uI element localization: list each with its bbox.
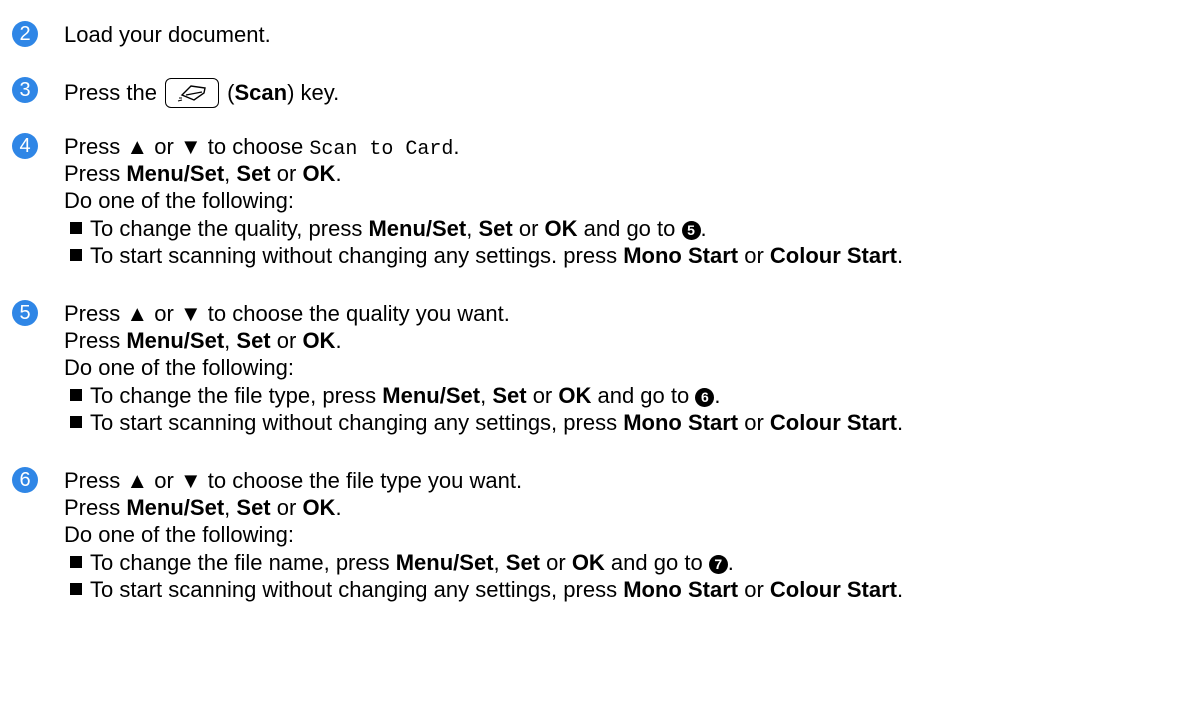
step-text: Press the (Scan) key. (64, 78, 339, 108)
press-instruction: Press Menu/Set, Set or OK. (64, 161, 342, 186)
step-number: 4 (12, 133, 38, 159)
bullet-item: To change the file type, press Menu/Set,… (70, 383, 720, 409)
step-number: 6 (12, 467, 38, 493)
step-text: Press ▲ or ▼ to choose the quality you w… (64, 301, 510, 326)
step-number: 5 (12, 300, 38, 326)
step-ref-icon: 7 (708, 555, 728, 574)
do-following-text: Do one of the following: (64, 355, 294, 380)
step-text: Load your document. (64, 22, 271, 47)
document-page: 2 Load your document. 3 Press the (Scan)… (0, 0, 1191, 706)
bullet-item: To start scanning without changing any s… (70, 577, 903, 603)
bullet-square-icon (70, 249, 82, 261)
step-number: 2 (12, 21, 38, 47)
bullet-item: To start scanning without changing any s… (70, 243, 903, 269)
do-following-text: Do one of the following: (64, 522, 294, 547)
do-following-text: Do one of the following: (64, 188, 294, 213)
bullet-item: To change the file name, press Menu/Set,… (70, 550, 734, 576)
menu-option-code: Scan to Card (309, 138, 454, 161)
step-text: Press ▲ or ▼ to choose Scan to Card. (64, 134, 460, 161)
press-instruction: Press Menu/Set, Set or OK. (64, 495, 342, 520)
press-instruction: Press Menu/Set, Set or OK. (64, 328, 342, 353)
scan-key-icon (165, 78, 220, 108)
bullet-item: To change the quality, press Menu/Set, S… (70, 216, 707, 242)
bullet-square-icon (70, 222, 82, 234)
step-ref-icon: 5 (681, 221, 701, 240)
step-text: Press ▲ or ▼ to choose the file type you… (64, 468, 523, 493)
bullet-square-icon (70, 583, 82, 595)
bullet-item: To start scanning without changing any s… (70, 410, 903, 436)
step-number: 3 (12, 77, 38, 103)
bullet-square-icon (70, 416, 82, 428)
bullet-square-icon (70, 556, 82, 568)
bullet-square-icon (70, 389, 82, 401)
step-ref-icon: 6 (695, 388, 715, 407)
